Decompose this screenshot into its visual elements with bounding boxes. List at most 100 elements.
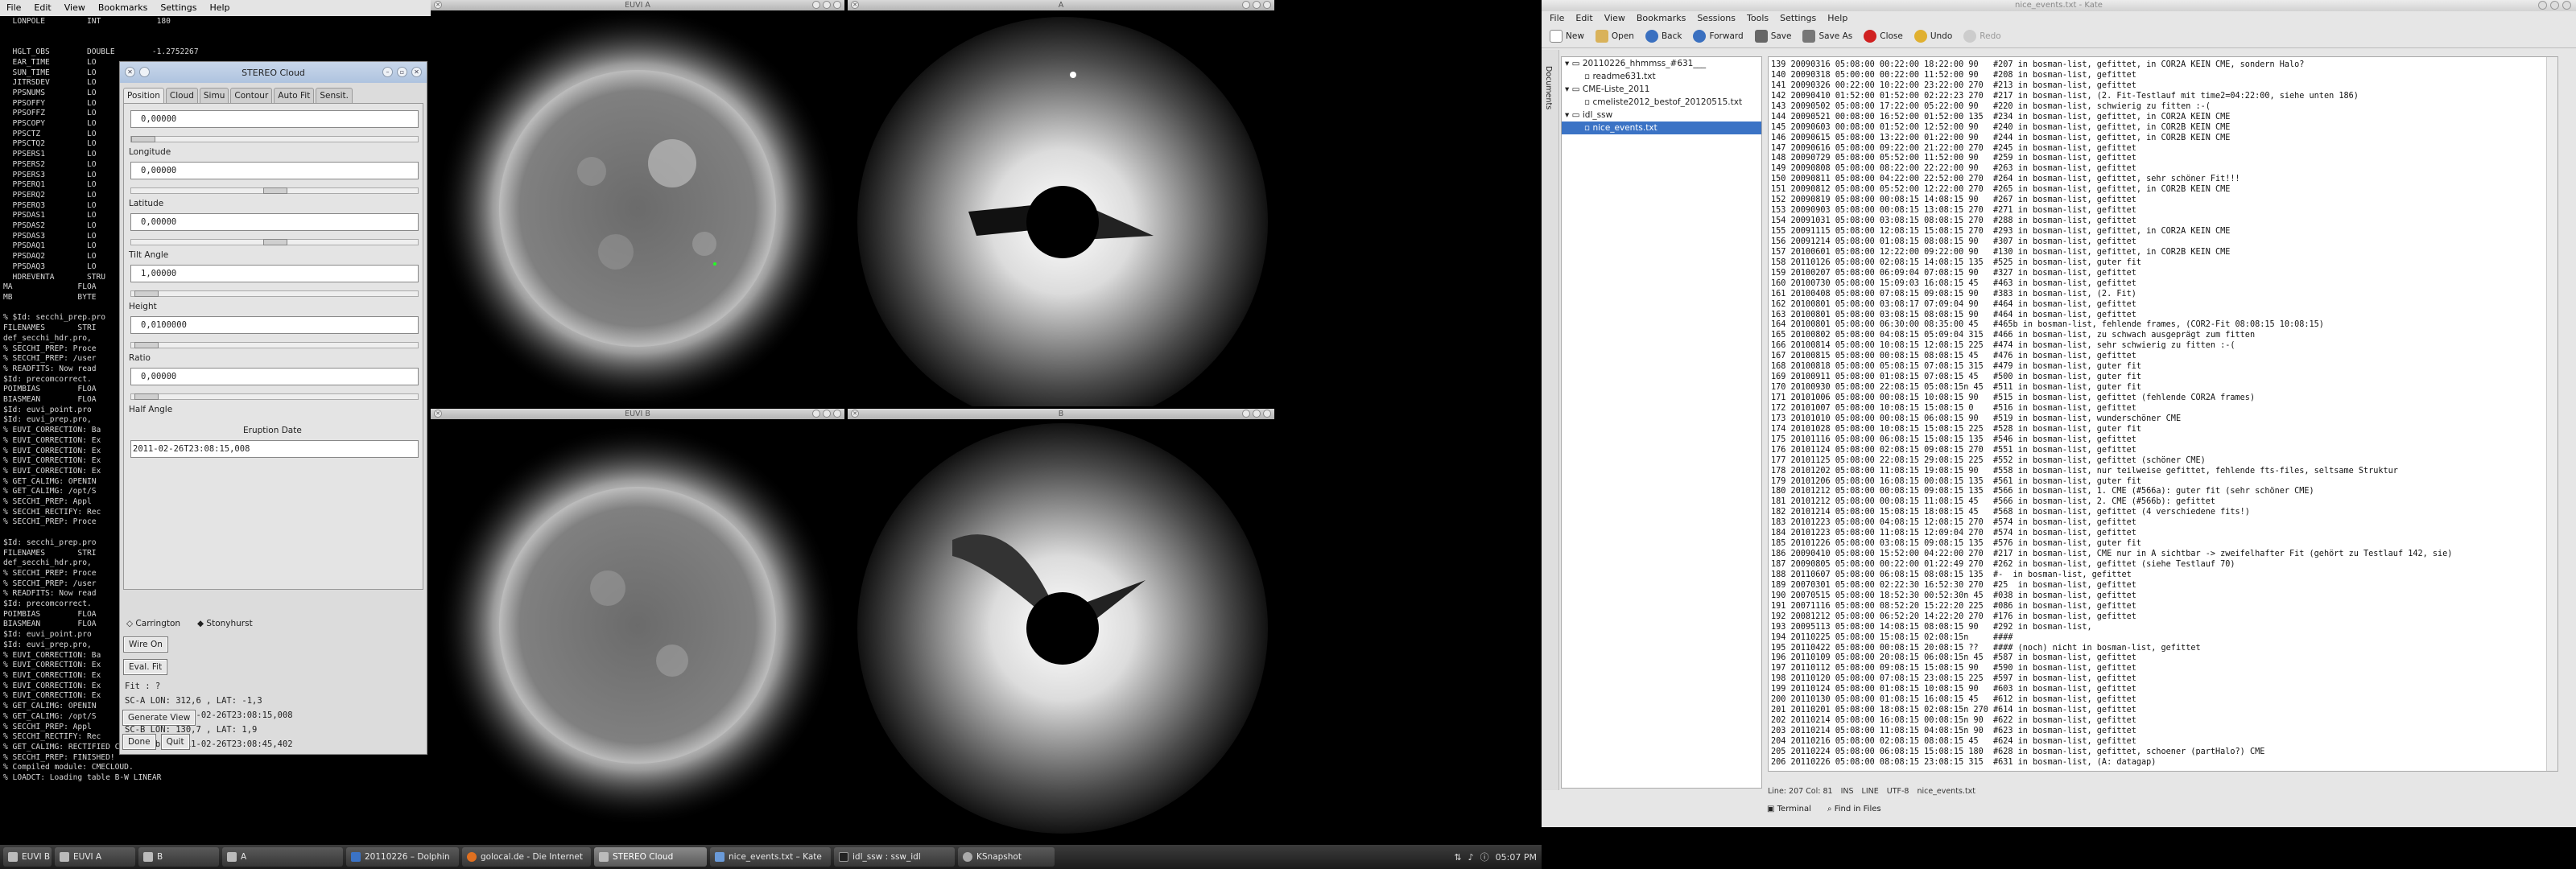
- taskbar-item-kate[interactable]: nice_events.txt – Kate: [710, 847, 831, 867]
- kate-menu-edit[interactable]: Edit: [1575, 13, 1592, 23]
- taskbar-item-a[interactable]: A: [222, 847, 343, 867]
- kate-menu-help[interactable]: Help: [1827, 13, 1847, 23]
- menu-help[interactable]: Help: [209, 2, 229, 14]
- tab-sensit[interactable]: Sensit.: [316, 88, 353, 103]
- euvi-b-window[interactable]: ✕ EUVI B: [431, 409, 844, 839]
- ratio-field[interactable]: 0,00000: [130, 368, 419, 385]
- tree-file-readme631[interactable]: ▫ readme631.txt: [1562, 70, 1761, 83]
- value-field-1[interactable]: 0,00000: [130, 110, 419, 128]
- redo-button[interactable]: Redo: [1963, 29, 2001, 43]
- taskbar-item-b[interactable]: B: [138, 847, 219, 867]
- new-button[interactable]: New: [1550, 29, 1584, 43]
- tree-folder-cme-liste[interactable]: ▾ ▭ CME-Liste_2011: [1562, 83, 1761, 96]
- cor-b-titlebar[interactable]: ✕ B: [848, 409, 1274, 419]
- document-tree[interactable]: ▾ ▭ 20110226_hhmmss_#631___ ▫ readme631.…: [1561, 56, 1762, 789]
- editor-scrollbar[interactable]: [2546, 57, 2557, 771]
- tab-position[interactable]: Position: [123, 88, 164, 103]
- close-icon[interactable]: [2562, 1, 2571, 10]
- cor-b-window[interactable]: ✕ B: [848, 409, 1274, 839]
- taskbar-item-dolphin[interactable]: 20110226 – Dolphin: [346, 847, 459, 867]
- tilt-angle-slider[interactable]: [130, 290, 419, 297]
- taskbar-item-stereo-cloud[interactable]: STEREO Cloud: [594, 847, 707, 867]
- dialog-titlebar[interactable]: ✕ STEREO Cloud – ▫ ✕: [120, 62, 427, 83]
- back-button[interactable]: Back: [1645, 29, 1682, 43]
- height-field[interactable]: 0,0100000: [130, 316, 419, 334]
- documents-side-tab[interactable]: Documents: [1542, 50, 1555, 126]
- kate-menu-sessions[interactable]: Sessions: [1697, 13, 1736, 23]
- open-button[interactable]: Open: [1595, 29, 1634, 43]
- find-in-files-tab[interactable]: ⌕ Find in Files: [1827, 805, 1881, 813]
- done-button[interactable]: Done: [122, 734, 156, 750]
- cor-a-titlebar[interactable]: ✕ A: [848, 0, 1274, 10]
- longitude-slider[interactable]: [130, 187, 419, 194]
- euvi-b-titlebar[interactable]: ✕ EUVI B: [431, 409, 844, 419]
- menu-view[interactable]: View: [64, 2, 85, 14]
- generate-view-button[interactable]: Generate View: [122, 710, 196, 726]
- kate-menu-bookmarks[interactable]: Bookmarks: [1637, 13, 1686, 23]
- undo-button[interactable]: Undo: [1913, 29, 1952, 43]
- stonyhurst-radio[interactable]: ◆ Stonyhurst: [197, 619, 253, 628]
- pin-icon[interactable]: [139, 67, 150, 77]
- kate-menu-view[interactable]: View: [1604, 13, 1625, 23]
- tree-file-cmeliste2012[interactable]: ▫ cmeliste2012_bestof_20120515.txt: [1562, 96, 1761, 109]
- cor-b-image[interactable]: [848, 419, 1274, 839]
- wire-on-button[interactable]: Wire On: [123, 636, 168, 653]
- taskbar-item-euvi-a[interactable]: EUVI A: [55, 847, 135, 867]
- cor-a-window[interactable]: ✕ A: [848, 0, 1274, 406]
- taskbar-item-idl[interactable]: idl_ssw : ssw_idl: [834, 847, 955, 867]
- maximize-icon[interactable]: [2550, 1, 2559, 10]
- height-slider[interactable]: [130, 342, 419, 348]
- ratio-slider[interactable]: [130, 393, 419, 400]
- taskbar-item-ksnapshot[interactable]: KSnapshot: [958, 847, 1055, 867]
- taskbar-item-browser[interactable]: golocal.de - Die Internet: [462, 847, 591, 867]
- eval-fit-button[interactable]: Eval. Fit: [123, 659, 168, 675]
- clock[interactable]: 05:07 PM: [1496, 852, 1542, 863]
- network-icon[interactable]: ⇅: [1454, 852, 1461, 863]
- notifications-icon[interactable]: ⓘ: [1480, 850, 1489, 863]
- editor-view[interactable]: 139 20090316 05:08:00 00:22:00 18:22:00 …: [1768, 56, 2558, 772]
- tilt-angle-field[interactable]: 1,00000: [130, 265, 419, 282]
- euvi-b-image[interactable]: [431, 419, 844, 839]
- menu-bookmarks[interactable]: Bookmarks: [98, 2, 147, 14]
- euvi-a-titlebar[interactable]: ✕ EUVI A: [431, 0, 844, 10]
- cor-a-image[interactable]: [848, 10, 1274, 406]
- tab-auto-fit[interactable]: Auto Fit: [274, 88, 315, 103]
- carrington-radio[interactable]: ◇ Carrington: [126, 619, 180, 628]
- eruption-date-field[interactable]: 2011-02-26T23:08:15,008: [130, 440, 419, 458]
- kate-menu-settings[interactable]: Settings: [1780, 13, 1816, 23]
- window-menu-icon[interactable]: ✕: [125, 67, 135, 77]
- encoding[interactable]: UTF-8: [1887, 787, 1909, 796]
- forward-button[interactable]: Forward: [1693, 29, 1744, 43]
- insert-mode[interactable]: INS: [1841, 787, 1854, 796]
- tree-file-nice-events[interactable]: ▫ nice_events.txt: [1562, 121, 1761, 134]
- euvi-a-window[interactable]: ✕ EUVI A: [431, 0, 844, 406]
- latitude-field[interactable]: 0,00000: [130, 213, 419, 231]
- tab-cloud[interactable]: Cloud: [165, 88, 198, 103]
- menu-file[interactable]: File: [6, 2, 21, 14]
- stereo-cloud-dialog[interactable]: ✕ STEREO Cloud – ▫ ✕ Position Cloud Simu C…: [119, 61, 427, 755]
- tree-folder-idl-ssw[interactable]: ▾ ▭ idl_ssw: [1562, 109, 1761, 121]
- taskbar-item-euvi-b[interactable]: EUVI B: [3, 847, 52, 867]
- minimize-icon[interactable]: –: [382, 67, 393, 77]
- euvi-a-image[interactable]: [431, 7, 844, 406]
- kate-titlebar[interactable]: nice_events.txt - Kate: [1542, 0, 2576, 11]
- selection-mode[interactable]: LINE: [1862, 787, 1879, 796]
- close-icon[interactable]: ✕: [411, 67, 422, 77]
- quit-button[interactable]: Quit: [160, 734, 190, 750]
- kate-window[interactable]: nice_events.txt - Kate File Edit View Bo…: [1542, 0, 2576, 827]
- menu-edit[interactable]: Edit: [34, 2, 51, 14]
- save-as-button[interactable]: Save As: [1802, 29, 1852, 43]
- maximize-icon[interactable]: ▫: [397, 67, 407, 77]
- tab-contour[interactable]: Contour: [230, 88, 273, 103]
- save-button[interactable]: Save: [1754, 29, 1791, 43]
- kate-menu-tools[interactable]: Tools: [1747, 13, 1769, 23]
- kate-menu-file[interactable]: File: [1550, 13, 1564, 23]
- volume-icon[interactable]: ♪: [1468, 852, 1474, 863]
- tab-simu[interactable]: Simu: [199, 88, 229, 103]
- tree-folder-20110226[interactable]: ▾ ▭ 20110226_hhmmss_#631___: [1562, 57, 1761, 70]
- minimize-icon[interactable]: [2538, 1, 2547, 10]
- close-button[interactable]: Close: [1864, 29, 1903, 43]
- slider-1[interactable]: [130, 136, 419, 142]
- latitude-slider[interactable]: [130, 239, 419, 245]
- editor-text[interactable]: 139 20090316 05:08:00 00:22:00 18:22:00 …: [1769, 57, 2557, 768]
